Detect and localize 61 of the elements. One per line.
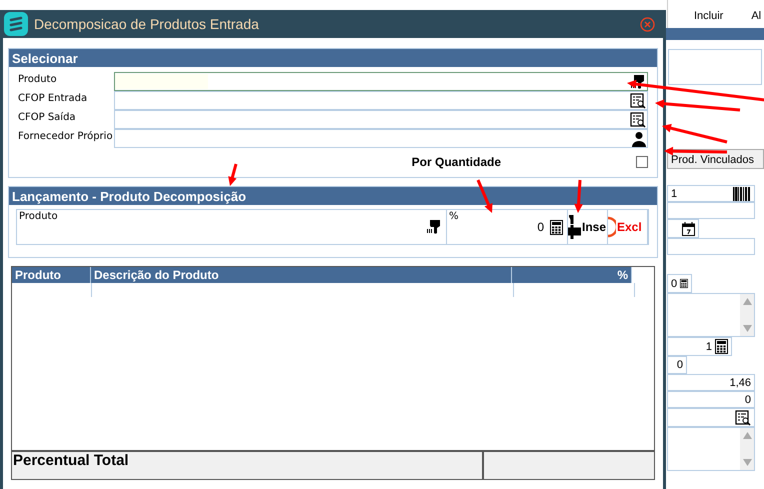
toolbar-label[interactable]: Incluir [694,10,724,28]
scroll-up-icon[interactable] [742,298,752,305]
scrollbar[interactable] [740,294,754,336]
field-label: CFOP Saída [18,111,77,125]
total-label: Percentual Total [12,452,484,479]
field-value: 1 [671,188,678,200]
insert-button[interactable]: Inse [568,210,608,244]
annotation-arrow [228,164,238,186]
calculator-icon[interactable] [550,220,563,234]
input-field[interactable] [114,129,648,148]
tab[interactable]: Prod. Vinculados [667,149,764,169]
date-field[interactable] [667,219,699,238]
scroll-down-icon[interactable] [742,459,752,466]
number-field[interactable]: 0 [667,274,692,293]
scroll-down-icon[interactable] [742,325,752,332]
field-label: CFOP Entrada [18,92,88,106]
calendar-icon[interactable] [682,222,695,236]
annotation-arrow [662,124,728,144]
close-icon[interactable] [640,16,655,32]
scrollbar[interactable] [740,428,754,470]
column-header[interactable]: Descrição do Produto [91,267,512,283]
input-field[interactable]: 0 [667,391,755,408]
input-field[interactable]: 0 [667,356,687,374]
list-search-icon[interactable] [630,112,646,128]
field-label: % [449,211,459,222]
annotation-arrow [574,180,583,213]
barcode-scanner-icon [426,219,442,235]
arc-icon [608,215,616,239]
lookup-field[interactable] [667,408,755,427]
insert-icon [568,215,581,239]
column-header[interactable]: % [512,267,632,283]
annotation-arrow [476,179,492,213]
input-field[interactable] [667,238,755,255]
delete-button[interactable]: Excl [608,210,648,244]
product-field[interactable]: Produto [17,210,447,244]
section-title: Lançamento - Produto Decomposição [9,187,657,205]
window-title: Decomposicao de Produtos Entrada [34,16,260,32]
barcode-field[interactable]: 1 [667,185,755,202]
section-title: Selecionar [9,49,657,67]
list-search-icon[interactable] [630,92,646,108]
input-field[interactable] [114,91,648,110]
checkbox-label: Por Quantidade [412,155,501,169]
checkbox[interactable] [636,156,648,168]
field-label: Produto [18,73,58,87]
calculator-icon[interactable] [680,276,688,291]
field-label: Fornecedor Próprio [18,130,114,144]
field-label: Produto [19,211,58,222]
annotation-arrow [664,146,728,156]
input-field[interactable] [114,72,648,91]
field-value: 0 [537,220,544,234]
input-field[interactable]: 1,46 [667,374,755,391]
input-field[interactable] [667,202,755,219]
calculator-icon[interactable] [715,339,728,354]
scroll-up-icon[interactable] [742,432,752,439]
column-header[interactable]: Produto [12,267,91,283]
toolbar-label[interactable]: Al [751,10,762,28]
number-field[interactable]: 1 [667,337,732,356]
list-search-icon[interactable] [735,410,751,426]
person-icon[interactable] [632,130,646,146]
input-field[interactable] [114,110,648,129]
barcode-icon [733,186,751,200]
